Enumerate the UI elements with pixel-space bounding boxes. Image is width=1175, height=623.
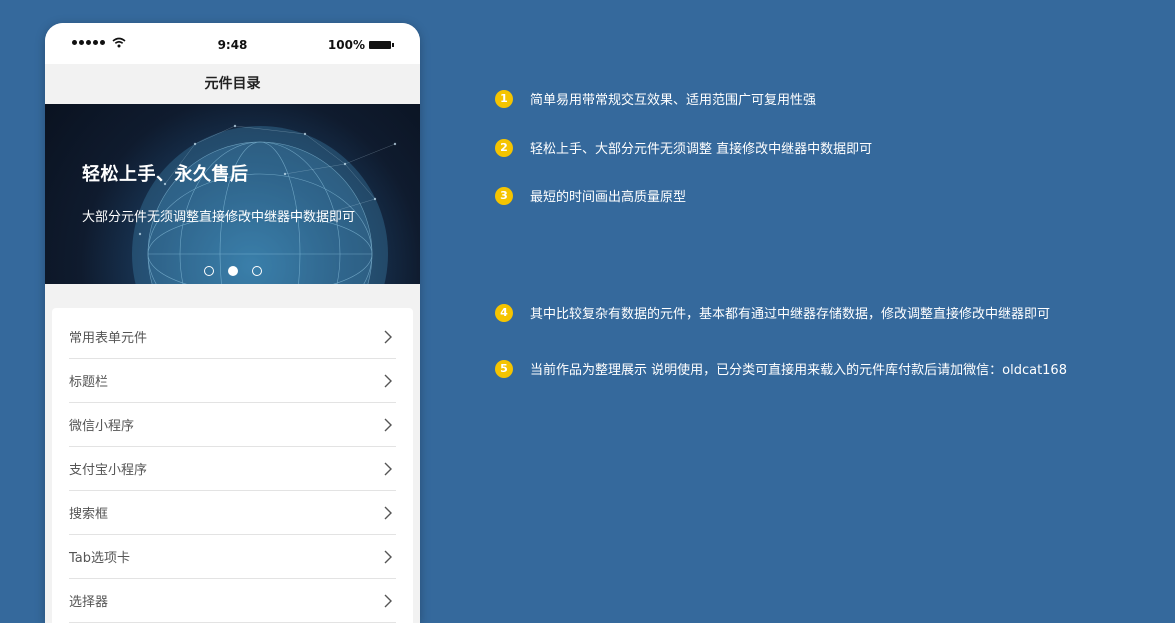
- feature-number-badge: 4: [495, 303, 513, 322]
- feature-list: 1 简单易用带常规交互效果、适用范围广可复用性强 2 轻松上手、大部分元件无须调…: [0, 0, 1175, 608]
- feature-text: 其中比较复杂有数据的元件，基本都有通过中继器存储数据，修改调整直接修改中继器即可: [530, 307, 1051, 322]
- feature-number-badge: 1: [495, 89, 513, 108]
- feature-text: 当前作品为整理展示 说明使用，已分类可直接用来载入的元件库付款后请加微信：old…: [530, 363, 1067, 378]
- feature-item: 1 简单易用带常规交互效果、适用范围广可复用性强: [495, 89, 816, 108]
- feature-text: 最短的时间画出高质量原型: [530, 190, 687, 205]
- feature-item: 4 其中比较复杂有数据的元件，基本都有通过中继器存储数据，修改调整直接修改中继器…: [495, 303, 1050, 322]
- feature-number-badge: 5: [495, 359, 513, 378]
- feature-item: 2 轻松上手、大部分元件无须调整 直接修改中继器中数据即可: [495, 138, 872, 157]
- feature-number-badge: 3: [495, 186, 513, 205]
- feature-item: 3 最短的时间画出高质量原型: [495, 186, 686, 205]
- feature-text: 轻松上手、大部分元件无须调整 直接修改中继器中数据即可: [530, 142, 873, 157]
- feature-number-badge: 2: [495, 138, 513, 157]
- feature-item: 5 当前作品为整理展示 说明使用，已分类可直接用来载入的元件库付款后请加微信：o…: [495, 359, 1067, 378]
- feature-text: 简单易用带常规交互效果、适用范围广可复用性强: [530, 93, 817, 108]
